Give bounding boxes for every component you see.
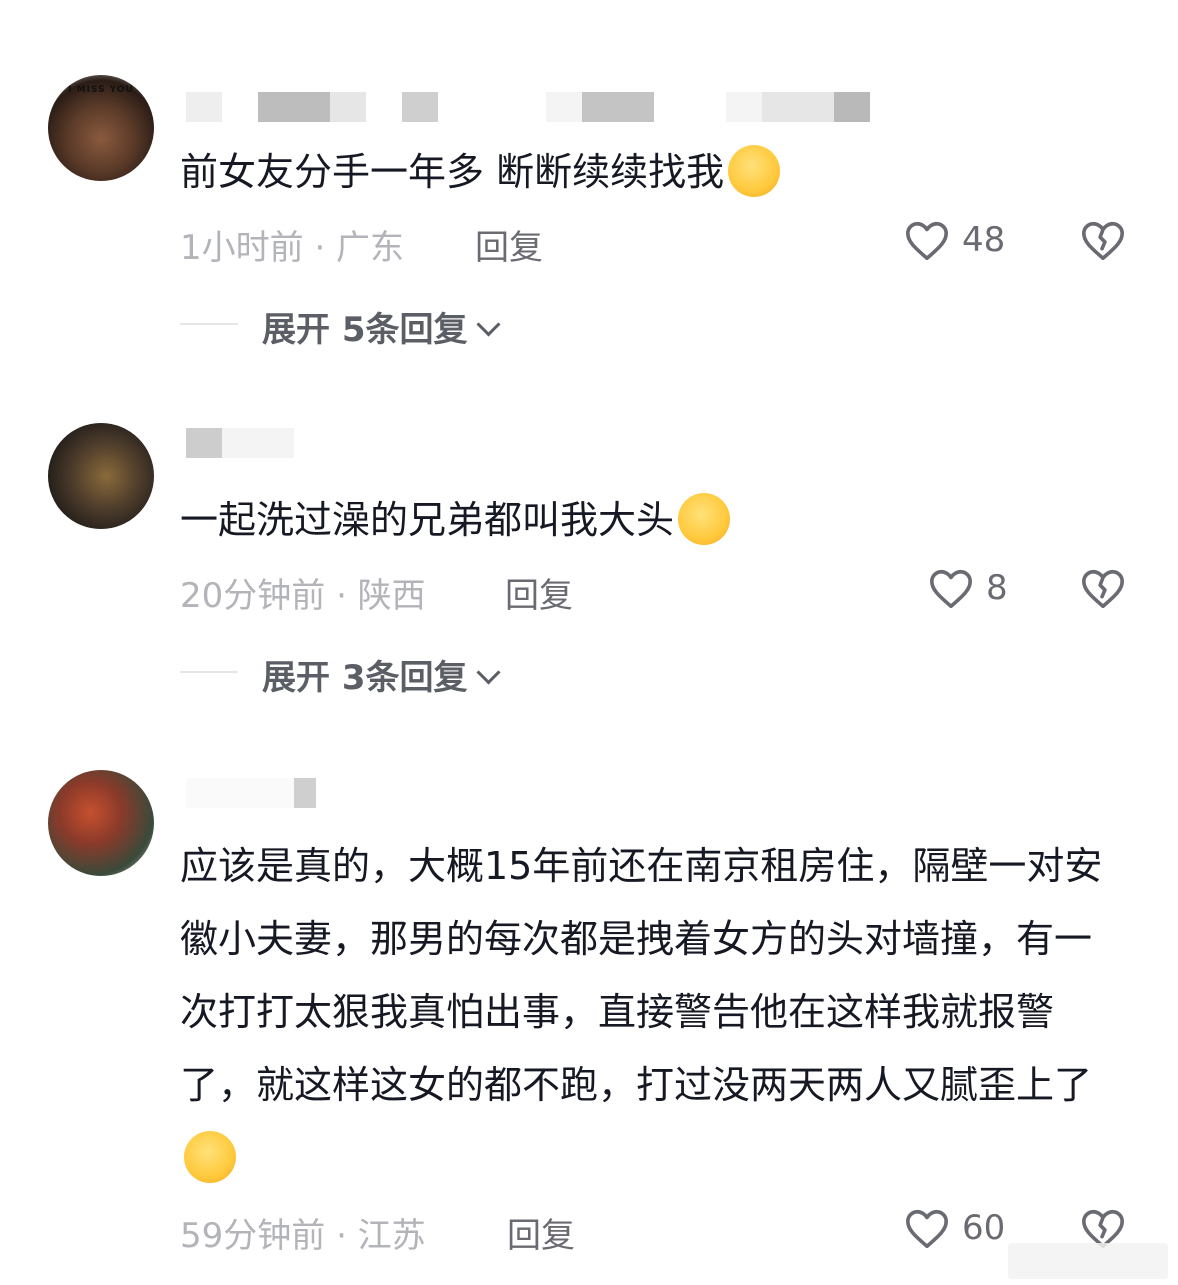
like-count: 48: [962, 220, 1006, 260]
expand-replies-button[interactable]: 展开 3条回复: [262, 650, 501, 699]
username-redacted[interactable]: [180, 92, 870, 122]
heart-icon[interactable]: [904, 219, 950, 263]
comment-text: 前女友分手一年多 断断续续找我: [180, 136, 1120, 209]
reply-button[interactable]: 回复: [475, 220, 543, 269]
heart-icon[interactable]: [904, 1207, 950, 1251]
expand-divider: [180, 323, 238, 325]
broken-heart-icon[interactable]: [1080, 567, 1126, 611]
reply-button[interactable]: 回复: [507, 1208, 575, 1257]
comment-meta: 1小时前 · 广东: [180, 228, 405, 268]
avatar[interactable]: [48, 423, 154, 529]
avatar[interactable]: [48, 770, 154, 876]
comment-body: 一起洗过澡的兄弟都叫我大头: [180, 498, 675, 542]
broken-heart-icon[interactable]: [1080, 219, 1126, 263]
smirk-emoji-icon: [728, 145, 781, 197]
chevron-down-icon: [475, 660, 501, 685]
comment-meta: 59分钟前 · 江苏: [180, 1216, 426, 1256]
expand-replies-button[interactable]: 展开 5条回复: [262, 302, 501, 351]
expand-replies-label: 展开 3条回复: [262, 658, 468, 698]
facepalm-laugh-emoji-icon: [184, 1131, 236, 1183]
avatar[interactable]: [48, 75, 154, 181]
chevron-down-icon: [475, 312, 501, 337]
comment-body: 前女友分手一年多 断断续续找我: [180, 150, 725, 194]
watermark-overlay: [1008, 1243, 1168, 1279]
like-count: 60: [962, 1208, 1006, 1248]
heart-icon[interactable]: [928, 567, 974, 611]
username-redacted[interactable]: [180, 428, 295, 458]
comment-text: 一起洗过澡的兄弟都叫我大头: [180, 484, 1120, 557]
expand-divider: [180, 671, 238, 673]
expand-replies-label: 展开 5条回复: [262, 310, 468, 350]
grin-emoji-icon: [678, 493, 731, 545]
like-count: 8: [986, 568, 1008, 608]
comment-body: 应该是真的，大概15年前还在南京租房住，隔壁一对安徽小夫妻，那男的每次都是拽着女…: [180, 844, 1103, 1107]
reply-button[interactable]: 回复: [505, 568, 573, 617]
comment-text: 应该是真的，大概15年前还在南京租房住，隔壁一对安徽小夫妻，那男的每次都是拽着女…: [180, 830, 1120, 1195]
comment-meta: 20分钟前 · 陕西: [180, 576, 426, 616]
username-redacted[interactable]: [180, 778, 320, 808]
